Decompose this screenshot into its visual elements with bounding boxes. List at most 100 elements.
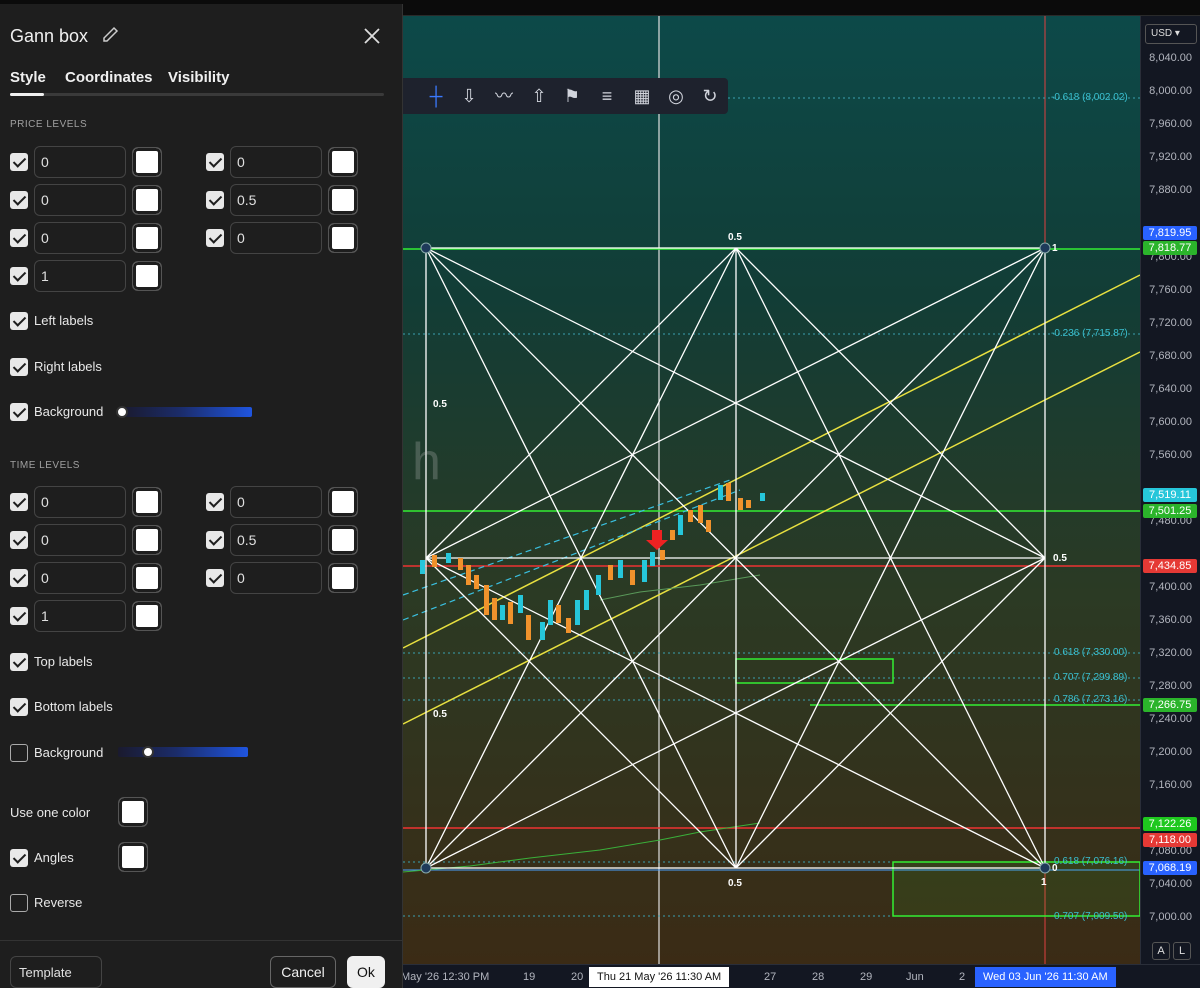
price-level-checkbox[interactable] xyxy=(206,153,224,171)
time-level-checkbox[interactable] xyxy=(206,569,224,587)
time-level-checkbox[interactable] xyxy=(10,607,28,625)
pencil-icon[interactable] xyxy=(100,24,122,46)
arrow-up-icon[interactable]: ⇧ xyxy=(527,84,551,108)
price-axis[interactable]: 8,040.00 8,000.00 7,960.00 7,920.00 7,880.00… xyxy=(1140,16,1200,964)
price-tick-label: 7,680.00 xyxy=(1149,350,1192,362)
time-level-coefficient-input[interactable]: 0 xyxy=(230,486,322,518)
price-level-checkbox[interactable] xyxy=(10,229,28,247)
price-badge: 7,122.26 xyxy=(1143,817,1197,831)
price-level-checkbox[interactable] xyxy=(10,153,28,171)
gann-label-bottom-right: 1 xyxy=(1041,877,1047,888)
price-badge: 7,819.95 xyxy=(1143,226,1197,240)
time-level-color-swatch[interactable] xyxy=(132,525,162,555)
price-background-checkbox[interactable] xyxy=(10,403,28,421)
close-icon[interactable] xyxy=(360,24,384,48)
bottom-labels-checkbox[interactable] xyxy=(10,698,28,716)
fib-icon[interactable]: ≡ xyxy=(595,84,619,108)
ok-button[interactable]: Ok xyxy=(347,956,385,988)
price-background-slider-knob[interactable] xyxy=(116,406,128,418)
price-level-color-swatch[interactable] xyxy=(132,223,162,253)
right-labels-label: Right labels xyxy=(34,359,102,374)
time-label: 28 xyxy=(812,971,825,983)
grid-icon[interactable]: ▦ xyxy=(630,84,654,108)
time-level-color-swatch[interactable] xyxy=(328,525,358,555)
template-label: Template xyxy=(19,965,72,980)
angles-color-swatch[interactable] xyxy=(118,842,148,872)
price-level-checkbox[interactable] xyxy=(10,191,28,209)
price-tick-label: 7,200.00 xyxy=(1149,746,1192,758)
time-level-checkbox[interactable] xyxy=(206,493,224,511)
fib-label: 0.786 (7,273.16) xyxy=(1054,694,1128,705)
reverse-checkbox[interactable] xyxy=(10,894,28,912)
crosshair-icon[interactable]: ┼ xyxy=(424,84,448,108)
dialog-title: Gann box xyxy=(10,26,89,46)
time-level-coefficient-input[interactable]: 1 xyxy=(34,600,126,632)
price-level-coefficient-input[interactable]: 0 xyxy=(34,222,126,254)
price-level-coefficient-input[interactable]: 0.5 xyxy=(230,184,322,216)
price-level-checkbox[interactable] xyxy=(10,267,28,285)
gann-label-right-1: 1 xyxy=(1052,243,1058,254)
time-axis[interactable]: May '26 12:30 PM 19 20 Thu 21 May '26 11… xyxy=(401,964,1200,988)
price-level-color-swatch[interactable] xyxy=(132,147,162,177)
angles-checkbox[interactable] xyxy=(10,849,28,867)
price-level-coefficient-input[interactable]: 0 xyxy=(34,146,126,178)
price-level-checkbox[interactable] xyxy=(206,191,224,209)
arrow-down-icon[interactable]: ⇩ xyxy=(457,84,481,108)
moving-average-line xyxy=(402,822,761,873)
gann-box xyxy=(425,247,1046,869)
spiral-icon[interactable]: ↻ xyxy=(698,84,722,108)
top-labels-checkbox[interactable] xyxy=(10,653,28,671)
tab-coordinates[interactable]: Coordinates xyxy=(65,69,153,86)
price-level-coefficient-input[interactable]: 0 xyxy=(230,222,322,254)
tab-visibility[interactable]: Visibility xyxy=(168,69,229,86)
price-background-label: Background xyxy=(34,404,104,419)
circle-icon[interactable]: ◎ xyxy=(664,84,688,108)
time-level-coefficient-input[interactable]: 0 xyxy=(230,562,322,594)
time-level-color-swatch[interactable] xyxy=(328,563,358,593)
time-background-checkbox[interactable] xyxy=(10,744,28,762)
time-background-opacity-slider[interactable] xyxy=(118,747,248,757)
flag-icon[interactable]: ⚑ xyxy=(560,84,584,108)
cancel-button[interactable]: Cancel xyxy=(270,956,336,988)
time-level-checkbox[interactable] xyxy=(10,569,28,587)
price-tick-label: 8,040.00 xyxy=(1149,52,1192,64)
time-level-color-swatch[interactable] xyxy=(132,563,162,593)
price-level-color-swatch[interactable] xyxy=(328,223,358,253)
price-level-color-swatch[interactable] xyxy=(132,185,162,215)
one-color-swatch[interactable] xyxy=(118,797,148,827)
price-level-coefficient-input[interactable]: 0 xyxy=(34,184,126,216)
price-level-color-swatch[interactable] xyxy=(132,261,162,291)
auto-scale-button[interactable]: A xyxy=(1152,942,1170,960)
time-level-color-swatch[interactable] xyxy=(132,487,162,517)
price-background-opacity-slider[interactable] xyxy=(122,407,252,417)
candles xyxy=(420,483,765,640)
time-level-coefficient-input[interactable]: 0 xyxy=(34,524,126,556)
time-level-coefficient-input[interactable]: 0.5 xyxy=(230,524,322,556)
price-tick-label: 7,640.00 xyxy=(1149,383,1192,395)
time-background-slider-knob[interactable] xyxy=(141,746,154,758)
template-dropdown[interactable]: Template ⌄ xyxy=(10,956,102,988)
time-level-color-swatch[interactable] xyxy=(328,487,358,517)
trend-icon[interactable]: 〰 xyxy=(492,84,516,108)
time-level-color-swatch[interactable] xyxy=(132,601,162,631)
price-level-color-swatch[interactable] xyxy=(328,147,358,177)
gann-label-bottom-right-0: 0 xyxy=(1052,863,1058,874)
time-level-coefficient-input[interactable]: 0 xyxy=(34,562,126,594)
time-level-checkbox[interactable] xyxy=(10,531,28,549)
right-labels-checkbox[interactable] xyxy=(10,358,28,376)
price-level-color-swatch[interactable] xyxy=(328,185,358,215)
price-level-coefficient-input[interactable]: 0 xyxy=(230,146,322,178)
tab-style[interactable]: Style xyxy=(10,69,46,86)
price-level-coefficient-input[interactable]: 1 xyxy=(34,260,126,292)
currency-button[interactable]: USD ▾ xyxy=(1145,24,1197,44)
gann-label-mid-right: 0.5 xyxy=(1053,553,1067,564)
gann-label-bottom-mid: 0.5 xyxy=(728,878,742,889)
left-labels-checkbox[interactable] xyxy=(10,312,28,330)
price-level-checkbox[interactable] xyxy=(206,229,224,247)
time-level-checkbox[interactable] xyxy=(206,531,224,549)
drawing-toolbar: ┼ ⇩ 〰 ⇧ ⚑ ≡ ▦ ◎ ↻ xyxy=(396,78,728,114)
price-badge: 7,068.19 xyxy=(1143,861,1197,875)
log-scale-button[interactable]: L xyxy=(1173,942,1191,960)
time-level-coefficient-input[interactable]: 0 xyxy=(34,486,126,518)
time-level-checkbox[interactable] xyxy=(10,493,28,511)
